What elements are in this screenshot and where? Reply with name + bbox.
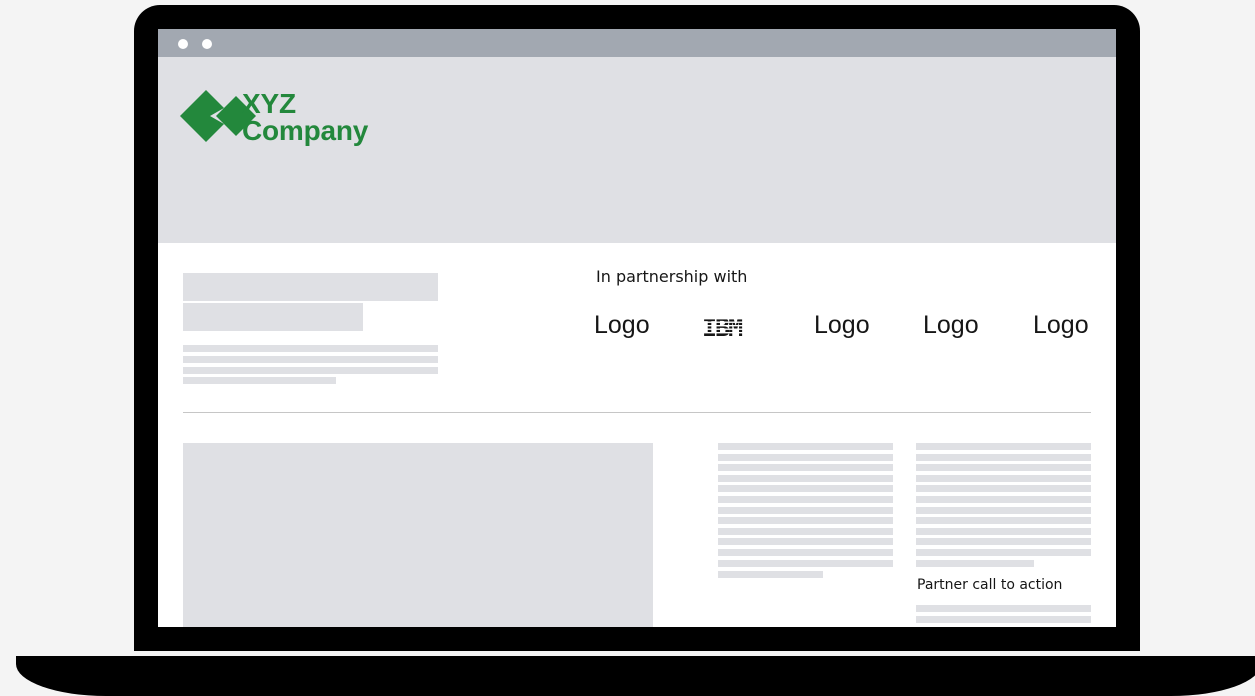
ibm-logo-icon[interactable]: IBM	[702, 314, 766, 340]
text-line-placeholder	[718, 475, 893, 482]
partner-logo[interactable]: Logo	[594, 311, 650, 340]
section-divider	[183, 412, 1091, 413]
window-dot-icon[interactable]	[178, 39, 188, 49]
brand-name-line1: XYZ	[242, 88, 296, 119]
headline-placeholder	[183, 273, 438, 301]
image-placeholder	[183, 443, 653, 627]
text-line-placeholder	[718, 538, 893, 545]
laptop-base	[16, 656, 1255, 696]
text-line-placeholder	[916, 560, 1034, 567]
partner-logo[interactable]: Logo	[814, 311, 870, 340]
text-line-placeholder	[718, 496, 893, 503]
text-line-placeholder	[916, 616, 1091, 623]
text-line-placeholder	[916, 443, 1091, 450]
text-line-placeholder	[718, 443, 893, 450]
text-line-placeholder	[916, 538, 1091, 545]
text-line-placeholder	[718, 560, 893, 567]
text-line-placeholder	[916, 605, 1091, 612]
brand-name-line2: Company	[242, 115, 369, 146]
text-line-placeholder	[183, 345, 438, 352]
text-line-placeholder	[718, 464, 893, 471]
text-line-placeholder	[718, 485, 893, 492]
text-line-placeholder	[916, 496, 1091, 503]
text-line-placeholder	[916, 454, 1091, 461]
text-line-placeholder	[916, 517, 1091, 524]
text-line-placeholder	[718, 507, 893, 514]
text-line-placeholder	[916, 528, 1091, 535]
ibm-logo-text: IBM	[702, 314, 742, 340]
text-line-placeholder	[916, 485, 1091, 492]
text-line-placeholder	[718, 549, 893, 556]
text-line-placeholder	[718, 454, 893, 461]
subheadline-placeholder	[183, 303, 363, 331]
browser-screen: XYZ Company In partnership with Logo IBM…	[158, 29, 1116, 627]
text-line-placeholder	[183, 377, 336, 384]
text-line-placeholder	[916, 464, 1091, 471]
text-line-placeholder	[183, 356, 438, 363]
partner-logo[interactable]: Logo	[1033, 311, 1089, 340]
text-line-placeholder	[916, 507, 1091, 514]
text-line-placeholder	[183, 367, 438, 374]
hero-banner: XYZ Company	[158, 57, 1116, 243]
text-line-placeholder	[916, 475, 1091, 482]
text-line-placeholder	[718, 517, 893, 524]
partner-cta-link[interactable]: Partner call to action	[917, 577, 1062, 593]
partnership-label: In partnership with	[596, 267, 748, 286]
company-logo-text: XYZ Company	[242, 88, 369, 146]
partner-logo[interactable]: Logo	[923, 311, 979, 340]
browser-titlebar	[158, 29, 1116, 57]
text-line-placeholder	[718, 528, 893, 535]
text-line-placeholder	[916, 549, 1091, 556]
window-dot-icon[interactable]	[202, 39, 212, 49]
text-line-placeholder	[718, 571, 823, 578]
